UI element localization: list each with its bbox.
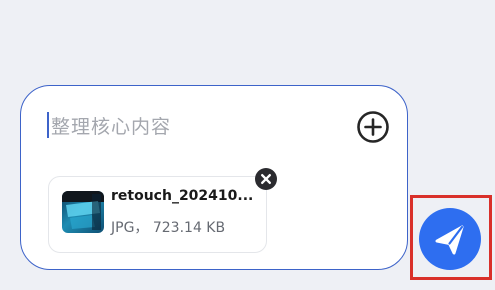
send-button[interactable] [419, 208, 481, 270]
message-placeholder: 整理核心内容 [51, 115, 172, 138]
attachment-card[interactable]: retouch_202410... JPG， 723.14 KB [48, 176, 267, 253]
attachment-file-meta: JPG， 723.14 KB [111, 220, 226, 236]
attachment-file-name: retouch_202410... [111, 188, 254, 204]
text-caret [47, 112, 49, 138]
composer-box[interactable]: 整理核心内容 retouch_202410... JPG， 723.14 KB [20, 85, 408, 270]
message-input[interactable]: 整理核心内容 [47, 110, 171, 140]
image-thumbnail [62, 191, 104, 233]
add-attachment-button[interactable] [356, 110, 390, 144]
paper-plane-icon [435, 225, 464, 255]
plus-circle-icon [357, 111, 389, 143]
close-icon [260, 173, 272, 185]
remove-attachment-button[interactable] [255, 168, 277, 190]
